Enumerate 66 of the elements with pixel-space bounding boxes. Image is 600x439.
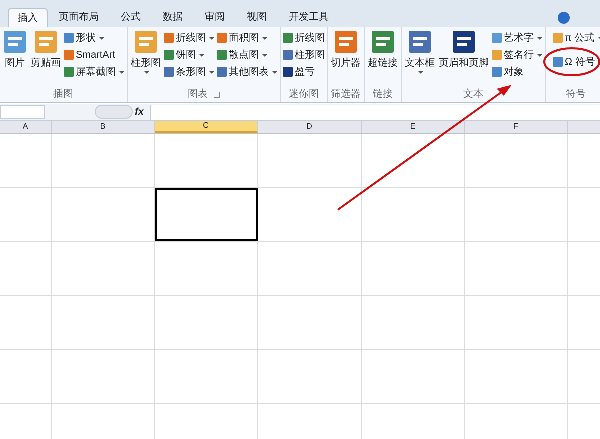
ribbon-tab[interactable]: 页面布局 bbox=[48, 8, 110, 27]
column-header[interactable]: E bbox=[362, 121, 465, 133]
column-header[interactable]: A bbox=[0, 121, 52, 133]
ribbon-button[interactable]: 折线图 bbox=[164, 30, 215, 46]
ribbon-tab[interactable]: 公式 bbox=[110, 8, 152, 27]
column-header[interactable]: C bbox=[155, 121, 258, 133]
caret-icon bbox=[418, 71, 424, 74]
ribbon-button[interactable]: 折线图 bbox=[283, 30, 325, 46]
ribbon-tab[interactable]: 开发工具 bbox=[278, 8, 340, 27]
column-header[interactable]: F bbox=[465, 121, 568, 133]
ribbon-icon bbox=[334, 30, 358, 54]
caret-icon bbox=[99, 36, 105, 40]
caret-icon bbox=[262, 36, 268, 40]
group-label: 符号 bbox=[566, 89, 586, 101]
launcher-icon[interactable] bbox=[214, 92, 220, 98]
group-label: 迷你图 bbox=[289, 89, 319, 101]
function-button[interactable]: fx bbox=[135, 104, 144, 120]
caret-icon bbox=[272, 70, 278, 74]
caret-icon bbox=[119, 70, 125, 74]
ribbon-icon bbox=[553, 57, 563, 67]
ribbon-icon bbox=[371, 30, 395, 54]
group-label: 筛选器 bbox=[331, 89, 361, 101]
caret-icon bbox=[537, 36, 543, 40]
ribbon-button[interactable]: 图片 bbox=[2, 30, 28, 71]
ribbon-icon bbox=[134, 30, 158, 54]
ribbon-button[interactable]: 其他图表 bbox=[217, 64, 278, 80]
ribbon-tab[interactable]: 数据 bbox=[152, 8, 194, 27]
ribbon-button[interactable]: 盈亏 bbox=[283, 64, 315, 80]
caret-icon bbox=[199, 54, 205, 56]
column-header[interactable]: D bbox=[258, 121, 362, 133]
formula-input[interactable] bbox=[150, 104, 600, 120]
ribbon-tab[interactable]: 视图 bbox=[236, 8, 278, 27]
ribbon-button[interactable]: 饼图 bbox=[164, 47, 205, 63]
ribbon-button[interactable]: 屏幕截图 bbox=[64, 64, 125, 80]
ribbon-button[interactable]: 形状 bbox=[64, 30, 105, 46]
caret-icon bbox=[144, 71, 150, 74]
ribbon-icon bbox=[408, 30, 432, 54]
ribbon-icon bbox=[34, 30, 58, 54]
ribbon-button[interactable]: 页眉和页脚 bbox=[438, 30, 490, 71]
selected-cell[interactable] bbox=[155, 188, 258, 241]
ribbon-button[interactable]: 签名行 bbox=[492, 47, 543, 63]
ribbon-button[interactable]: 艺术字 bbox=[492, 30, 543, 46]
group-label: 图表 bbox=[188, 89, 208, 101]
ribbon-tab[interactable]: 审阅 bbox=[194, 8, 236, 27]
ribbon-button[interactable]: 切片器 bbox=[330, 30, 362, 71]
group-label: 链接 bbox=[373, 89, 393, 101]
group-label: 文本 bbox=[464, 89, 484, 101]
ribbon-tab[interactable]: 插入 bbox=[8, 8, 48, 27]
ribbon-button[interactable]: 对象 bbox=[492, 64, 524, 80]
ribbon-button[interactable]: 条形图 bbox=[164, 64, 215, 80]
group-label: 插图 bbox=[54, 89, 74, 101]
ribbon-button[interactable]: 散点图 bbox=[217, 47, 268, 63]
ribbon-button[interactable]: 文本框 bbox=[404, 30, 436, 74]
ribbon-button[interactable]: 剪贴画 bbox=[30, 30, 62, 71]
ribbon-button[interactable]: 柱形图 bbox=[283, 47, 325, 63]
ribbon-icon bbox=[553, 33, 563, 43]
ribbon-button[interactable]: 柱形图 bbox=[130, 30, 162, 74]
ribbon-button[interactable]: π 公式 bbox=[553, 30, 600, 46]
caret-icon bbox=[537, 54, 543, 56]
help-icon[interactable] bbox=[558, 12, 570, 24]
ribbon-button[interactable]: SmartArt bbox=[64, 47, 116, 63]
ribbon-button[interactable]: 超链接 bbox=[367, 30, 399, 71]
ribbon-icon bbox=[452, 30, 476, 54]
ribbon-icon bbox=[3, 30, 27, 54]
ribbon-button[interactable]: 面积图 bbox=[217, 30, 268, 46]
caret-icon bbox=[262, 54, 268, 56]
